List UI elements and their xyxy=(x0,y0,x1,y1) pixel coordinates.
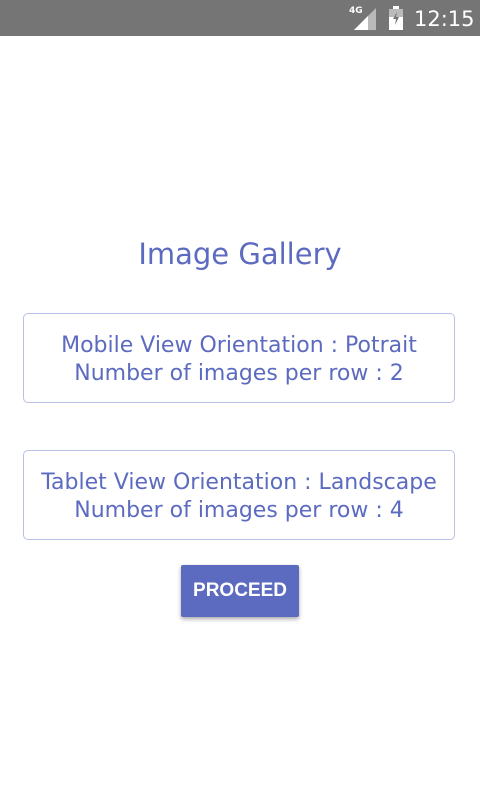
tablet-images-per-row-text: Number of images per row : 4 xyxy=(74,498,404,523)
mobile-images-per-row-text: Number of images per row : 2 xyxy=(74,361,404,386)
proceed-button[interactable]: PROCEED xyxy=(181,565,299,617)
battery-icon xyxy=(389,6,403,30)
status-time: 12:15 xyxy=(414,7,475,31)
signal-icon xyxy=(354,8,376,30)
tablet-orientation-text: Tablet View Orientation : Landscape xyxy=(41,470,437,495)
status-bar: 4G 12:15 xyxy=(0,0,480,36)
mobile-orientation-text: Mobile View Orientation : Potrait xyxy=(61,333,417,358)
mobile-view-card: Mobile View Orientation : Potrait Number… xyxy=(23,313,455,403)
tablet-view-card: Tablet View Orientation : Landscape Numb… xyxy=(23,450,455,540)
page-title: Image Gallery xyxy=(138,237,342,271)
